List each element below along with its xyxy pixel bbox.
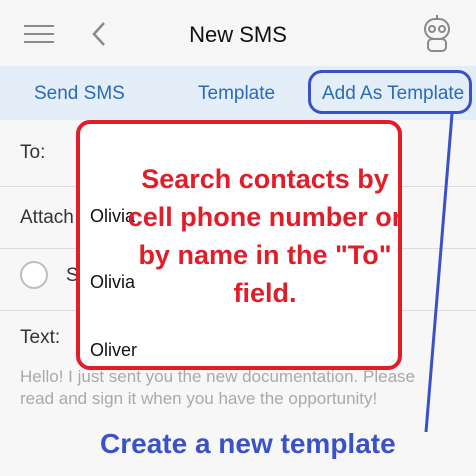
annotation-arrow xyxy=(424,113,454,433)
template-annotation: Create a new template xyxy=(100,428,396,459)
